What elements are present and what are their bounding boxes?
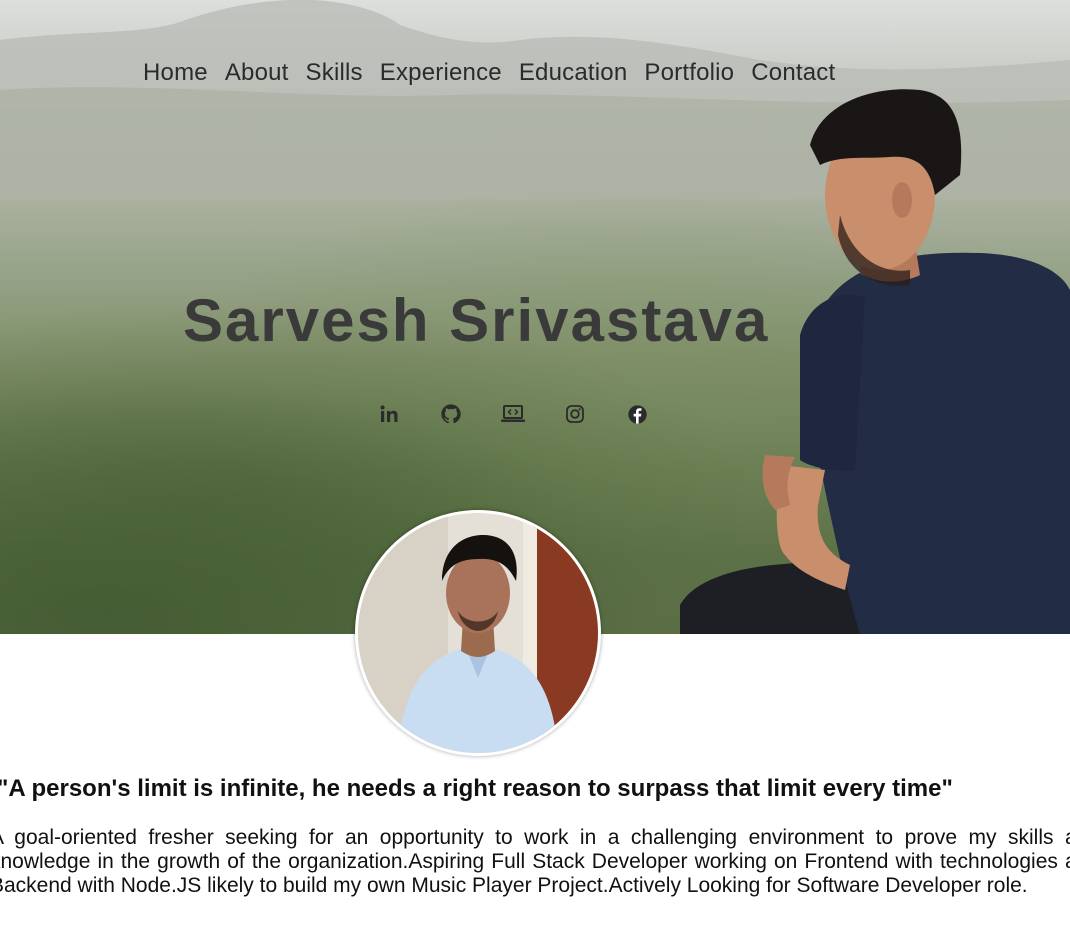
nav-item-portfolio[interactable]: Portfolio (644, 59, 734, 87)
facebook-icon[interactable] (606, 400, 668, 428)
about-quote: "A person's limit is infinite, he needs … (0, 775, 953, 802)
nav-item-experience[interactable]: Experience (380, 59, 502, 87)
hero-person-photo (680, 89, 1070, 634)
instagram-icon[interactable] (544, 400, 606, 428)
social-links (358, 400, 668, 428)
nav-item-skills[interactable]: Skills (306, 59, 363, 87)
nav-item-home[interactable]: Home (143, 59, 208, 87)
nav-item-contact[interactable]: Contact (751, 59, 835, 87)
about-bio: A goal-oriented fresher seeking for an o… (0, 826, 1070, 897)
nav-item-education[interactable]: Education (519, 59, 628, 87)
laptop-code-icon[interactable] (482, 400, 544, 428)
main-nav: Home About Skills Experience Education P… (143, 59, 835, 87)
hero-name: Sarvesh Srivastava (183, 287, 770, 354)
linkedin-icon[interactable] (358, 400, 420, 428)
github-icon[interactable] (420, 400, 482, 428)
profile-avatar (355, 510, 601, 756)
nav-item-about[interactable]: About (225, 59, 289, 87)
